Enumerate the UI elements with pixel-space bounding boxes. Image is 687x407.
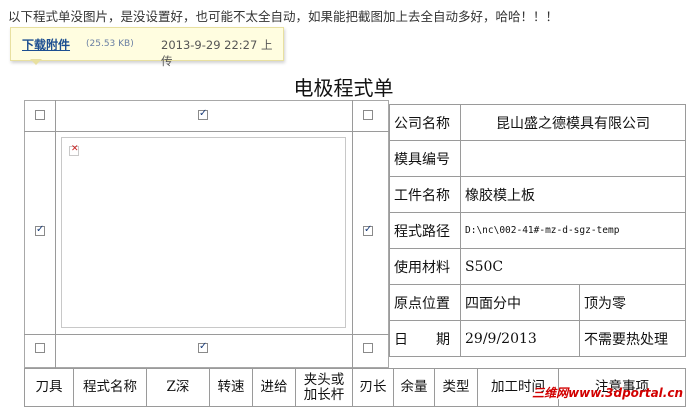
checkbox-mid-right[interactable]: [363, 224, 373, 236]
info-row-program-path: 程式路径 D:\nc\002-41#-mz-d-sgz-temp: [389, 212, 686, 249]
sheet-title: 电极程式单: [293, 76, 394, 100]
date-value: 29/9/2013: [460, 320, 580, 357]
divider: [55, 100, 56, 368]
workpiece-name-value: 橡胶模上板: [460, 176, 686, 213]
material-value: S50C: [460, 248, 686, 285]
checkbox-top-middle[interactable]: [198, 108, 208, 120]
col-header-speed: 转速: [209, 368, 253, 407]
checkbox-bottom-left[interactable]: [35, 343, 45, 353]
col-header-type: 类型: [434, 368, 478, 407]
divider: [352, 100, 353, 368]
info-label: 工件名称: [389, 176, 461, 213]
attachment-tooltip: 下载附件 (25.53 KB) 2013-9-29 22:27 上传: [10, 27, 284, 68]
mold-number-value: [460, 140, 686, 177]
download-attachment-link[interactable]: 下载附件: [22, 36, 70, 53]
col-header-z-depth: Z深: [146, 368, 210, 407]
electrode-image-placeholder: [61, 137, 346, 328]
origin-value: 四面分中: [460, 284, 580, 321]
col-header-feed: 进给: [252, 368, 296, 407]
info-label: 原点位置: [389, 284, 461, 321]
program-path-value: D:\nc\002-41#-mz-d-sgz-temp: [460, 212, 686, 249]
intro-text: 以下程式单没图片，是没设置好，也可能不太全自动，如果能把截图加上去全自动多好，哈…: [8, 9, 559, 24]
info-label: 程式路径: [389, 212, 461, 249]
col-header-tool: 刀具: [24, 368, 74, 407]
info-label: 公司名称: [389, 104, 461, 141]
info-row-date: 日 期 29/9/2013 不需要热处理: [389, 320, 686, 357]
info-row-material: 使用材料 S50C: [389, 248, 686, 285]
info-row-origin: 原点位置 四面分中 顶为零: [389, 284, 686, 321]
checkbox-top-right[interactable]: [363, 110, 373, 120]
info-label: 日 期: [389, 320, 461, 357]
col-header-allowance: 余量: [393, 368, 435, 407]
attachment-upload-date: 2013-9-29 22:27 上传: [161, 38, 273, 68]
col-header-program-name: 程式名称: [73, 368, 147, 407]
heat-treatment-note: 不需要热处理: [579, 320, 686, 357]
checkbox-bottom-right[interactable]: [363, 343, 373, 353]
broken-image-icon: [69, 144, 79, 156]
col-header-holder: 夹头或加长杆: [295, 368, 353, 407]
checkbox-bottom-middle[interactable]: [198, 341, 208, 353]
checkbox-mid-left[interactable]: [35, 224, 45, 236]
info-table: 公司名称 昆山盛之德模具有限公司 模具编号 工件名称 橡胶模上板 程式路径 D:…: [389, 104, 686, 357]
info-label: 模具编号: [389, 140, 461, 177]
info-row-company: 公司名称 昆山盛之德模具有限公司: [389, 104, 686, 141]
watermark-logo: 三维网www.3dportal.cn: [532, 386, 683, 400]
tooltip-arrow: [30, 59, 42, 65]
attachment-size: (25.53 KB): [86, 39, 134, 49]
divider: [24, 131, 389, 132]
divider: [24, 334, 389, 335]
col-header-blade-length: 刃长: [352, 368, 394, 407]
info-label: 使用材料: [389, 248, 461, 285]
company-name-value: 昆山盛之德模具有限公司: [460, 104, 686, 141]
info-row-workpiece: 工件名称 橡胶模上板: [389, 176, 686, 213]
checkbox-top-left[interactable]: [35, 110, 45, 120]
origin-extra: 顶为零: [579, 284, 686, 321]
info-row-mold-number: 模具编号: [389, 140, 686, 177]
